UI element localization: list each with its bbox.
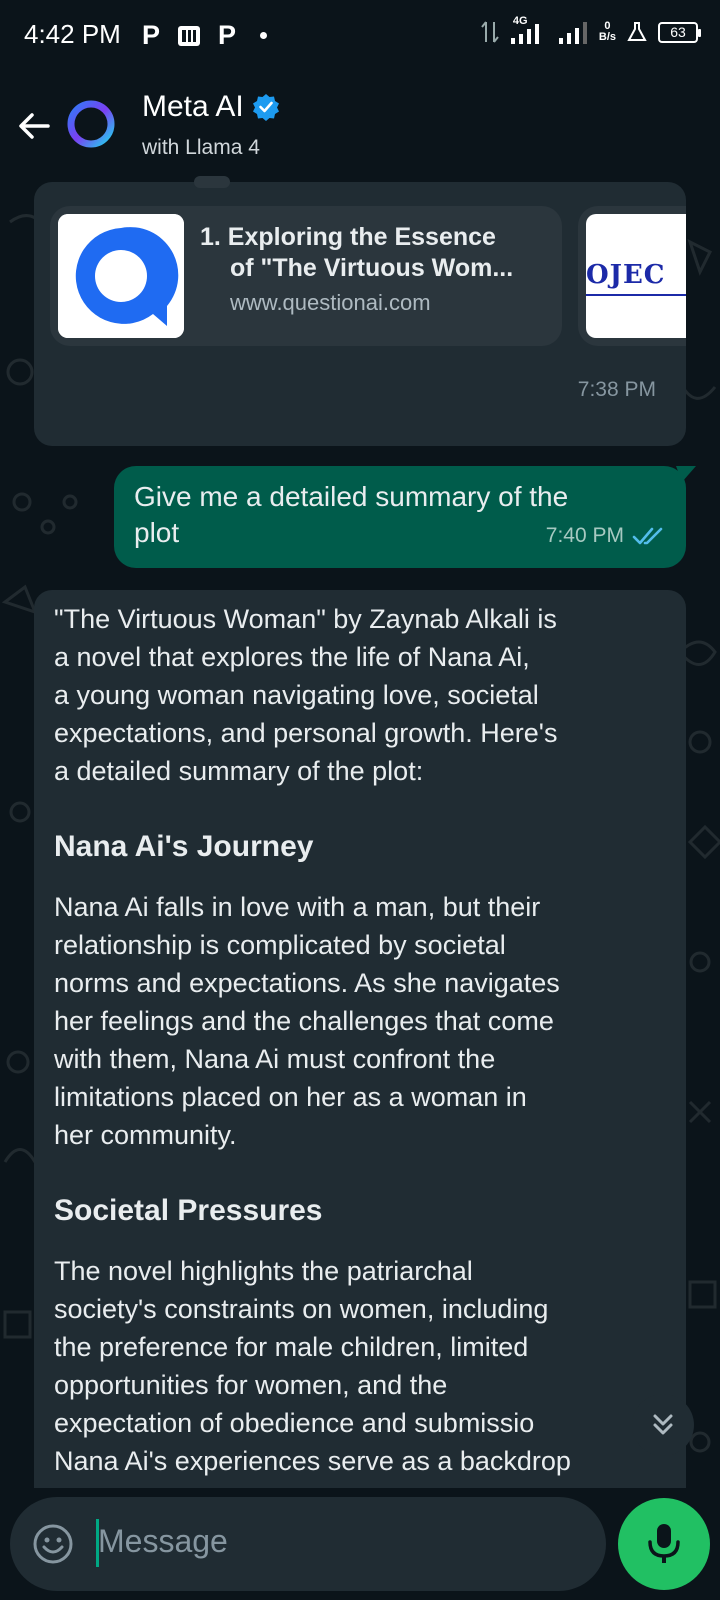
ai-para2-line: the preference for male children, limite… [54, 1332, 529, 1362]
ai-intro-line: a young woman navigating love, societal [54, 680, 539, 710]
signal-4g-icon: 4G [509, 16, 547, 46]
ai-para1-line: her community. [54, 1120, 237, 1150]
thumbnail-rule [586, 294, 686, 296]
ai-intro-line: a novel that explores the life of Nana A… [54, 642, 530, 672]
contact-subtitle: with Llama 4 [142, 136, 260, 159]
battery-icon: 63 [658, 21, 701, 43]
source-card-title-line1: 1. Exploring the Essence [200, 223, 496, 251]
ai-para1-line: her feelings and the challenges that com… [54, 1006, 554, 1036]
ai-intro-line: expectations, and personal growth. Here'… [54, 718, 558, 748]
user-message-line1: Give me a detailed summary of the [134, 481, 569, 512]
source-thumbnail-2: OJEC [586, 214, 686, 338]
meta-ai-ring-icon[interactable] [64, 97, 118, 151]
chat-screen: 4:42 PM P P 4G 0 B/s 63 Meta AI with Lla… [0, 0, 720, 1600]
status-bar: 4:42 PM P P 4G 0 B/s 63 [0, 0, 720, 72]
user-message-meta: 7:40 PM [546, 524, 666, 548]
contact-name[interactable]: Meta AI [142, 90, 280, 124]
message-time: 7:38 PM [577, 378, 656, 401]
ai-para2-line: society's constraints on women, includin… [54, 1294, 549, 1324]
source-thumbnail-questionai [58, 214, 184, 338]
chat-header: Meta AI with Llama 4 [0, 72, 720, 182]
thumbnail-text: OJEC [586, 260, 666, 290]
link-preview-bubble: 1. Exploring the Essence of "The Virtuou… [34, 176, 686, 446]
ai-reply-bubble[interactable]: "The Virtuous Woman" by Zaynab Alkali is… [34, 590, 686, 1600]
source-card-2[interactable]: OJEC [578, 206, 686, 346]
back-arrow-icon[interactable] [14, 106, 54, 146]
source-card-1[interactable]: 1. Exploring the Essence of "The Virtuou… [50, 206, 562, 346]
chevron-double-down-icon [653, 1414, 673, 1435]
scroll-to-bottom-button[interactable] [632, 1394, 694, 1456]
bubble-tail [676, 466, 696, 482]
ai-para2-line: opportunities for women, and the [54, 1370, 448, 1400]
carousel-handle [194, 176, 230, 188]
data-speed: 0 B/s [598, 20, 616, 43]
message-input[interactable]: Message [98, 1523, 228, 1560]
more-notifications-dot [260, 32, 268, 39]
message-composer[interactable]: Message [10, 1497, 606, 1591]
ai-intro-line: "The Virtuous Woman" by Zaynab Alkali is [54, 604, 557, 634]
ai-para1-line: relationship is complicated by societal [54, 930, 506, 960]
ai-para1-line: Nana Ai falls in love with a man, but th… [54, 892, 541, 922]
source-card-title-line2: of "The Virtuous Wom... [230, 254, 514, 282]
verified-badge-icon [252, 94, 279, 121]
signal-strength-icon [558, 22, 587, 44]
app-notification-icon [178, 25, 201, 46]
ai-intro-line: a detailed summary of the plot: [54, 756, 424, 786]
user-message-bubble[interactable]: Give me a detailed summary of the plot 7… [114, 466, 696, 568]
ai-para2-line: expectation of obedience and submissio [54, 1408, 535, 1438]
ai-heading-pressures: Societal Pressures [54, 1194, 323, 1227]
ai-para1-line: norms and expectations. As she navigates [54, 968, 560, 998]
data-transfer-icon [481, 21, 499, 43]
status-time: 4:42 PM [24, 19, 121, 49]
questionai-logo [58, 214, 184, 338]
ai-heading-journey: Nana Ai's Journey [54, 830, 314, 863]
user-message-time: 7:40 PM [545, 524, 624, 547]
notification-icons: P P [142, 20, 268, 51]
voice-message-button[interactable] [618, 1498, 710, 1590]
ai-para1-line: limitations placed on her as a woman in [54, 1082, 527, 1112]
microphone-icon [648, 1524, 680, 1563]
flask-icon [627, 22, 647, 41]
contact-title: Meta AI [142, 90, 244, 123]
source-card-url: www.questionai.com [230, 290, 431, 315]
user-message-line2: plot [134, 517, 180, 548]
ai-para2-line: The novel highlights the patriarchal [54, 1256, 473, 1286]
emoji-icon[interactable] [32, 1523, 74, 1565]
p-notification-icon: P [142, 20, 161, 50]
p-notification-icon-2: P [218, 20, 237, 50]
ai-para2-line: Nana Ai's experiences serve as a backdro… [54, 1446, 571, 1476]
status-right-icons: 4G 0 B/s 63 [481, 16, 701, 46]
ai-para1-line: with them, Nana Ai must confront the [54, 1044, 496, 1074]
double-check-icon [632, 527, 663, 545]
